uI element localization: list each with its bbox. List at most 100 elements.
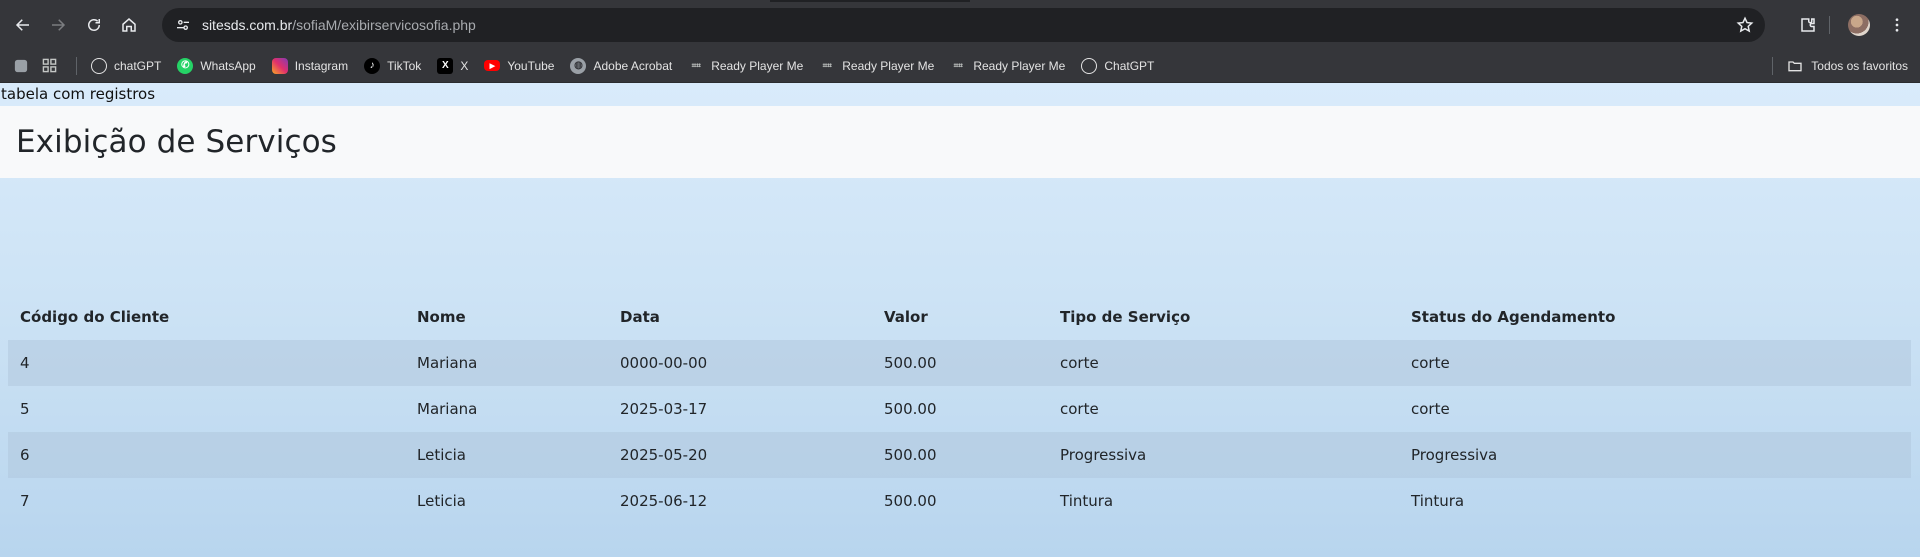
table-cell: 5: [20, 400, 30, 418]
tiktok-icon: ♪: [364, 57, 381, 74]
square-app-icon[interactable]: [12, 57, 30, 75]
extensions-icon[interactable]: [1793, 10, 1823, 40]
table-cell: Leticia: [405, 432, 608, 478]
youtube-icon: ▶: [484, 60, 501, 71]
folder-icon: [1788, 61, 1802, 72]
column-header: Valor: [884, 308, 928, 326]
page-title: Exibição de Serviços: [16, 124, 337, 160]
bookmark-label: Ready Player Me: [973, 58, 1066, 73]
table-header-row: Código do Cliente Nome Data Valor Tipo d…: [8, 294, 1911, 340]
table-cell: Progressiva: [1399, 432, 1911, 478]
chatgpt-icon: [91, 57, 107, 74]
column-header: Código do Cliente: [20, 308, 170, 326]
home-button[interactable]: [114, 10, 143, 40]
bookmark-adobe-acrobat[interactable]: ◍ Adobe Acrobat: [564, 53, 678, 79]
table-cell: corte: [1048, 340, 1399, 386]
instagram-icon: [271, 57, 288, 74]
bookmark-label: WhatsApp: [200, 58, 256, 73]
readyplayerme-icon: ⌗⌗: [953, 60, 963, 70]
arrow-right-icon: [52, 18, 66, 31]
table-cell: 500.00: [884, 400, 937, 418]
url-text[interactable]: sitesds.com.br/sofiaM/exibirservicosofia…: [202, 17, 1735, 33]
table-cell: corte: [1060, 400, 1099, 418]
tab-strip-hint: [770, 0, 970, 2]
bookmarks-divider: [76, 56, 77, 75]
bookmark-ready-player-me-1[interactable]: ⌗⌗ Ready Player Me: [682, 53, 809, 79]
table-row: 5 Mariana 2025-03-17 500.00 corte corte: [8, 386, 1911, 432]
bookmark-x[interactable]: X X: [431, 53, 474, 79]
profile-avatar[interactable]: [1844, 10, 1874, 40]
page-content: tabela com registros Exibição de Serviço…: [0, 83, 1920, 557]
table-cell: 6: [8, 432, 405, 478]
bookmark-instagram[interactable]: Instagram: [266, 53, 354, 79]
bookmark-label: X: [460, 58, 469, 73]
bookmark-ready-player-me-3[interactable]: ⌗⌗ Ready Player Me: [944, 53, 1071, 79]
bookmark-label: Instagram: [294, 58, 349, 73]
table-cell: 2025-05-20: [608, 432, 872, 478]
table-cell: 7: [20, 492, 30, 510]
table-cell: Mariana: [405, 340, 608, 386]
home-icon: [122, 17, 136, 32]
all-bookmarks[interactable]: Todos os favoritos: [1772, 53, 1908, 79]
bookmark-tiktok[interactable]: ♪ TikTok: [358, 53, 427, 79]
table-cell: Leticia: [417, 492, 466, 510]
bookmark-whatsapp[interactable]: ✆ WhatsApp: [171, 53, 261, 79]
browser-toolbar: sitesds.com.br/sofiaM/exibirservicosofia…: [0, 0, 1920, 49]
table-cell: Tintura: [1060, 492, 1114, 510]
bookmark-ready-player-me-2[interactable]: ⌗⌗ Ready Player Me: [813, 53, 940, 79]
column-header: Data: [620, 308, 660, 326]
bookmarks-bar: chatGPT ✆ WhatsApp Instagram ♪ TikTok X …: [0, 49, 1920, 83]
reload-button[interactable]: [79, 10, 108, 40]
globe-icon: ◍: [570, 57, 587, 74]
whatsapp-icon: ✆: [177, 57, 194, 74]
bookmark-label: ChatGPT: [1104, 58, 1155, 73]
reload-icon: [87, 18, 100, 31]
readyplayerme-icon: ⌗⌗: [822, 60, 832, 70]
bookmark-chatgpt[interactable]: chatGPT: [85, 53, 167, 79]
bookmark-label: Ready Player Me: [711, 58, 804, 73]
table-cell: 0000-00-00: [608, 340, 872, 386]
toolbar-right: [1785, 10, 1912, 40]
table-cell: corte: [1399, 340, 1911, 386]
menu-kebab-icon[interactable]: [1882, 10, 1912, 40]
chatgpt-icon: [1081, 57, 1098, 74]
bookmark-label: YouTube: [507, 58, 555, 73]
column-header: Nome: [417, 308, 466, 326]
table-cell: 500.00: [872, 432, 1048, 478]
site-info-icon[interactable]: [170, 12, 196, 38]
bookmark-star-icon[interactable]: [1735, 15, 1755, 35]
bookmark-label: Adobe Acrobat: [593, 58, 673, 73]
table-cell: 2025-03-17: [620, 400, 708, 418]
toolbar-separator: [1829, 15, 1831, 34]
table-cell: 2025-06-12: [620, 492, 708, 510]
forward-button[interactable]: [43, 10, 72, 40]
bookmark-youtube[interactable]: ▶ YouTube: [478, 53, 560, 79]
table-cell: 4: [8, 340, 405, 386]
table-row: 4 Mariana 0000-00-00 500.00 corte corte: [8, 340, 1911, 386]
apps-grid-icon[interactable]: [40, 57, 58, 75]
column-header: Status do Agendamento: [1411, 308, 1616, 326]
table-cell: Tintura: [1411, 492, 1465, 510]
page-raw-label: tabela com registros: [1, 85, 156, 103]
services-table: Código do Cliente Nome Data Valor Tipo d…: [8, 294, 1911, 524]
bookmarks-divider: [1772, 57, 1774, 75]
table-cell: 500.00: [872, 340, 1048, 386]
page-header: Exibição de Serviços: [0, 106, 1920, 178]
readyplayerme-icon: ⌗⌗: [691, 60, 701, 70]
url-path: /sofiaM/exibirservicosofia.php: [292, 16, 476, 33]
avatar: [1848, 13, 1871, 36]
bookmark-chatgpt-2[interactable]: ChatGPT: [1075, 53, 1160, 79]
address-bar[interactable]: sitesds.com.br/sofiaM/exibirservicosofia…: [161, 7, 1766, 42]
all-bookmarks-label: Todos os favoritos: [1811, 59, 1908, 73]
bookmark-label: Ready Player Me: [842, 58, 935, 73]
x-icon: X: [437, 57, 454, 74]
table-row: 6 Leticia 2025-05-20 500.00 Progressiva …: [8, 432, 1911, 478]
back-button[interactable]: [8, 10, 37, 40]
services-table-wrapper: Código do Cliente Nome Data Valor Tipo d…: [8, 294, 1911, 524]
table-cell: Mariana: [417, 400, 478, 418]
arrow-left-icon: [15, 18, 29, 31]
table-row: 7 Leticia 2025-06-12 500.00 Tintura Tint…: [8, 478, 1911, 524]
bookmark-label: TikTok: [387, 58, 422, 73]
table-cell: Progressiva: [1048, 432, 1399, 478]
table-cell: 500.00: [884, 492, 937, 510]
